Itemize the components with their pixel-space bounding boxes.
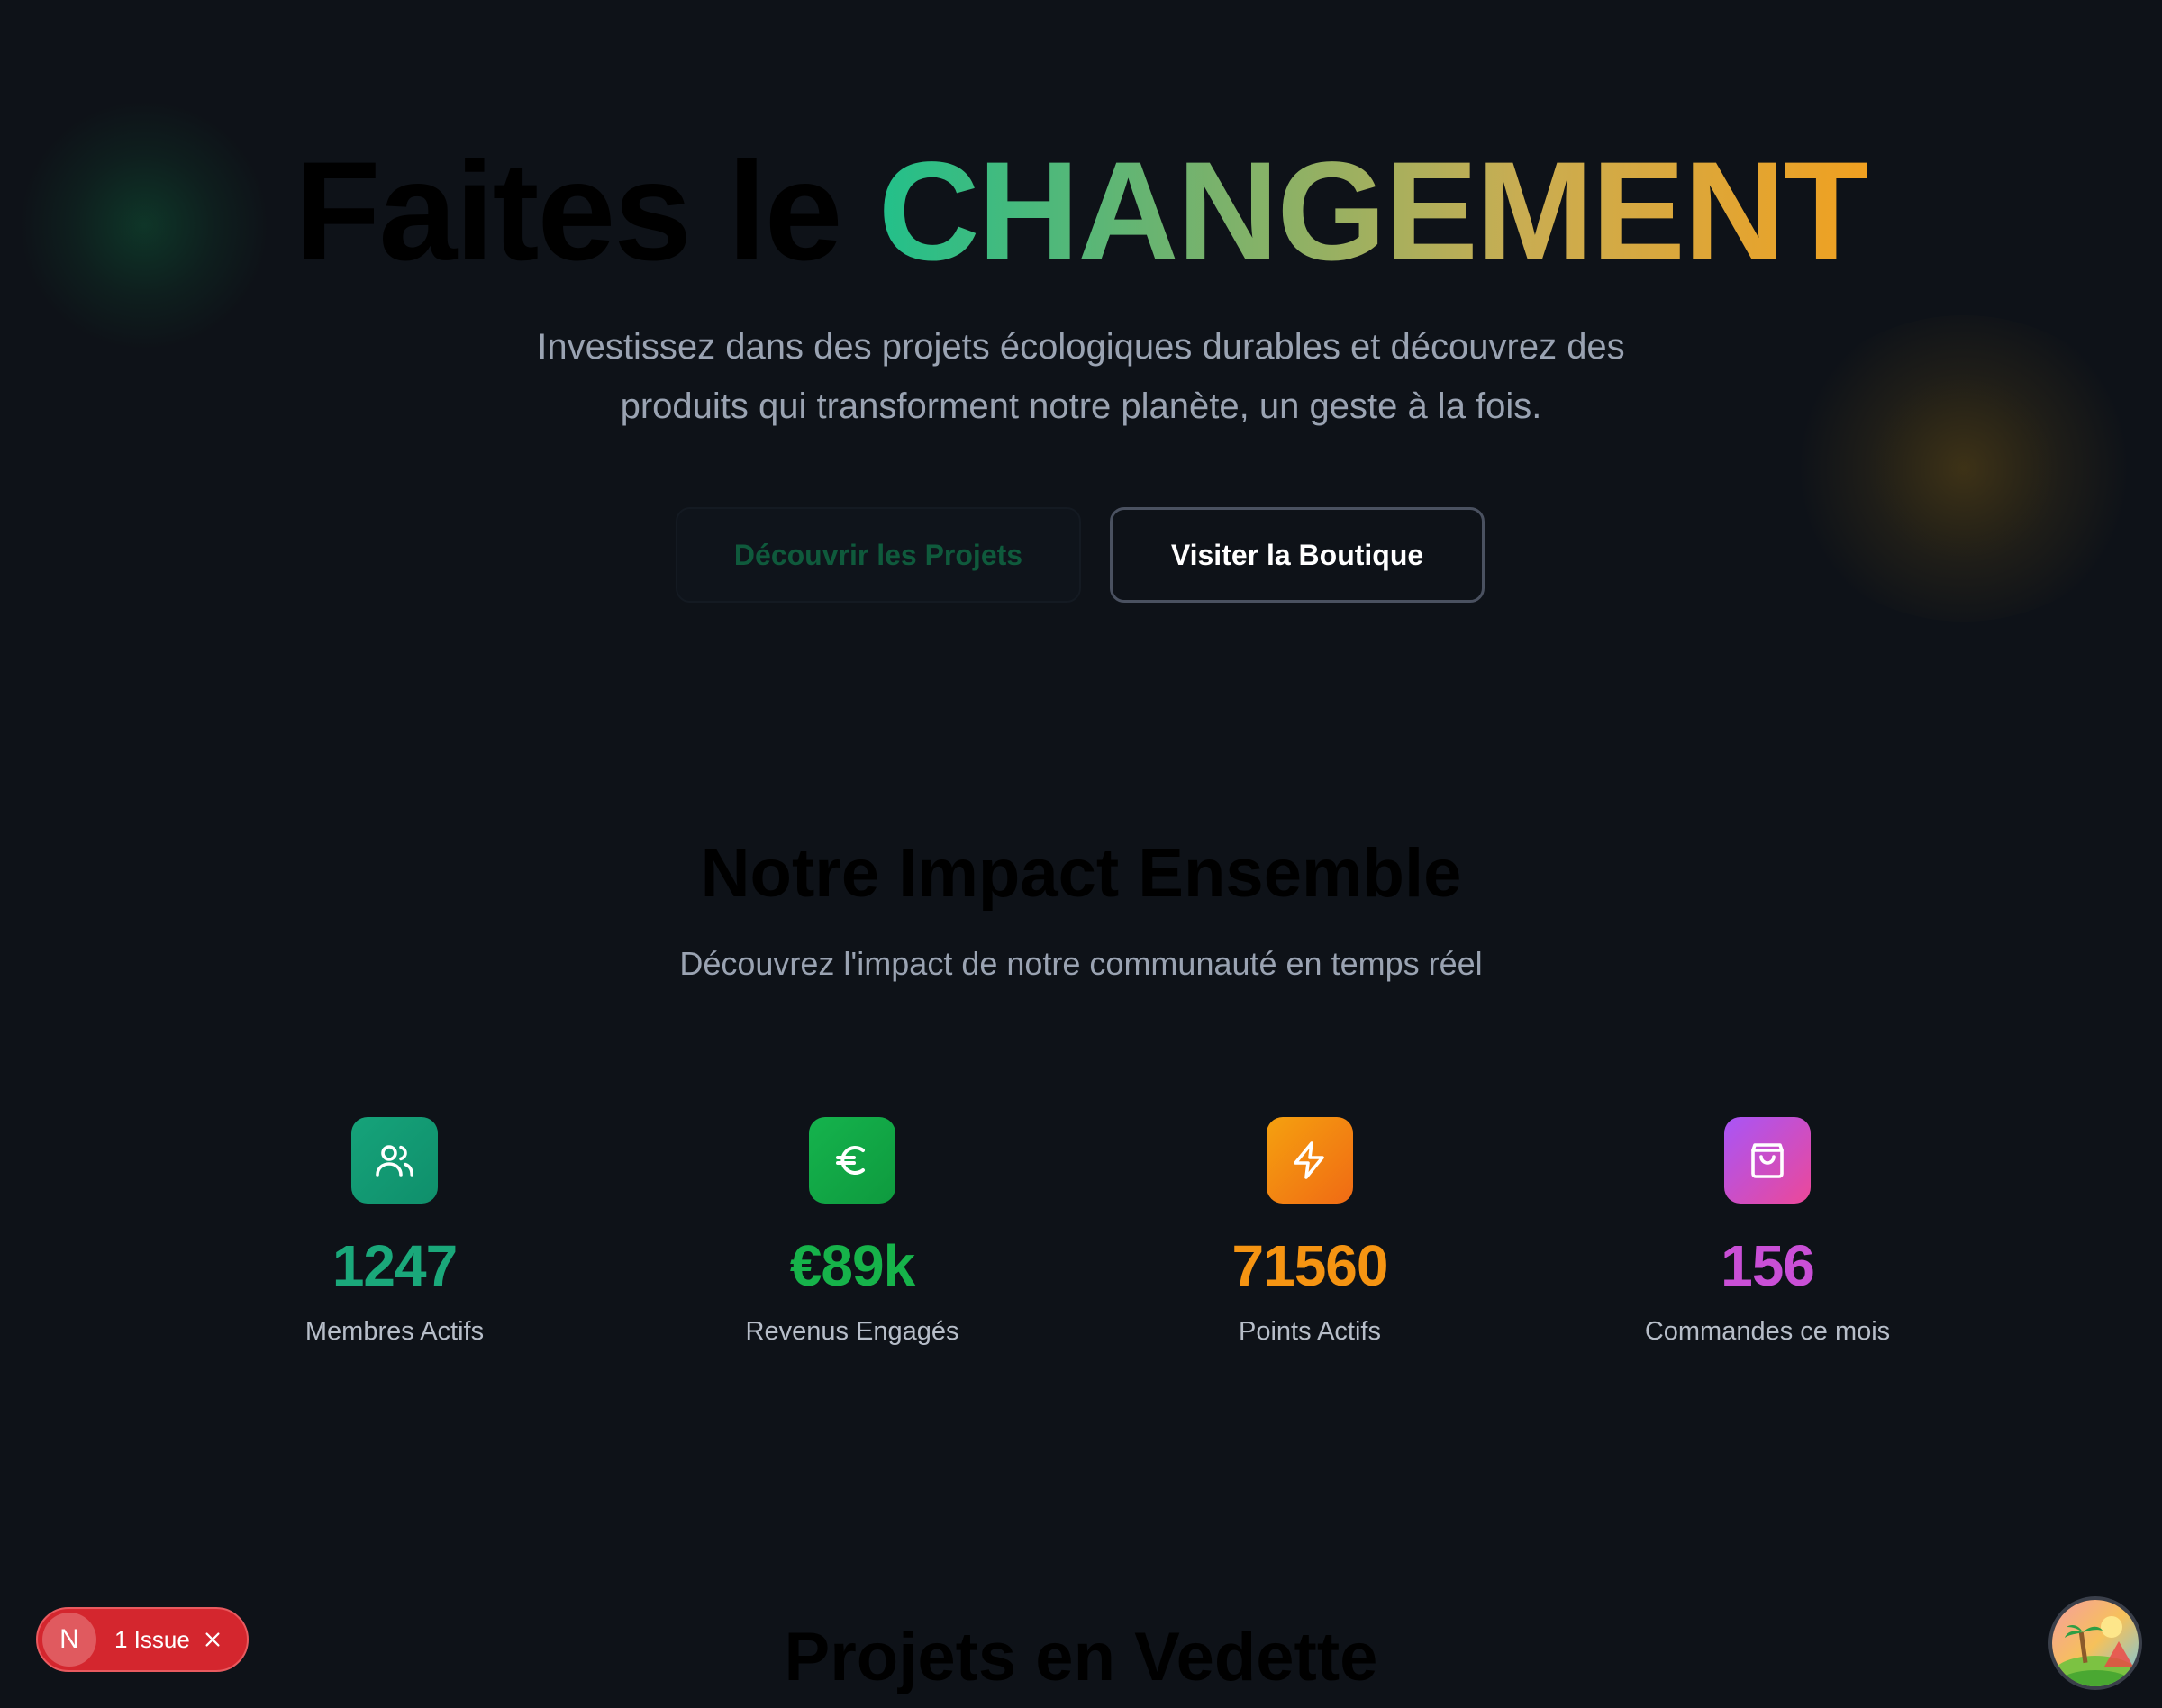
hero-subtitle-line-1: Investissez dans des projets écologiques… (537, 327, 1625, 367)
stat-points-value: 71560 (1231, 1233, 1389, 1298)
stat-points: 71560 Points Actifs (1085, 1117, 1535, 1348)
featured-projects-title: Projets en Vedette (784, 1619, 1378, 1695)
close-icon[interactable] (203, 1630, 223, 1649)
stat-members: 1247 Membres Actifs (169, 1117, 620, 1348)
stat-revenue: €89k Revenus Engagés (627, 1117, 1077, 1348)
hero-title-plain: Faites le (295, 133, 842, 290)
background-glow-amber (1784, 315, 2144, 622)
stat-members-label: Membres Actifs (304, 1317, 485, 1346)
hero-title: Faites le CHANGEMENT (0, 135, 2162, 288)
hero-subtitle: Investissez dans des projets écologiques… (450, 317, 1712, 436)
users-icon (351, 1117, 438, 1204)
stat-orders-label: Commandes ce mois (1644, 1317, 1891, 1346)
dev-issues-badge[interactable]: N 1 Issue (36, 1607, 249, 1672)
impact-section-title: Notre Impact Ensemble (700, 835, 1462, 912)
stat-orders: 156 Commandes ce mois (1542, 1117, 1993, 1348)
hero-subtitle-line-2: produits qui transforment notre planète,… (620, 386, 1542, 426)
stat-members-value: 1247 (332, 1233, 458, 1298)
impact-section-subtitle: Découvrez l'impact de notre communauté e… (679, 945, 1483, 982)
stat-revenue-label: Revenus Engagés (745, 1317, 959, 1346)
discover-projects-button[interactable]: Découvrir les Projets (676, 507, 1081, 603)
shopping-bag-icon (1724, 1117, 1811, 1204)
visit-shop-button[interactable]: Visiter la Boutique (1110, 507, 1485, 603)
impact-stats: 1247 Membres Actifs €89k Revenus Engagés… (0, 1117, 2162, 1369)
stat-orders-value: 156 (1721, 1233, 1815, 1298)
euro-icon (809, 1117, 895, 1204)
lightning-icon (1267, 1117, 1353, 1204)
hero-title-highlight: CHANGEMENT (877, 133, 1869, 290)
nextjs-logo-icon: N (42, 1613, 96, 1667)
stat-points-label: Points Actifs (1239, 1317, 1381, 1346)
user-avatar[interactable] (2052, 1600, 2139, 1686)
issues-count-label: 1 Issue (114, 1625, 190, 1653)
stat-revenue-value: €89k (789, 1233, 915, 1298)
